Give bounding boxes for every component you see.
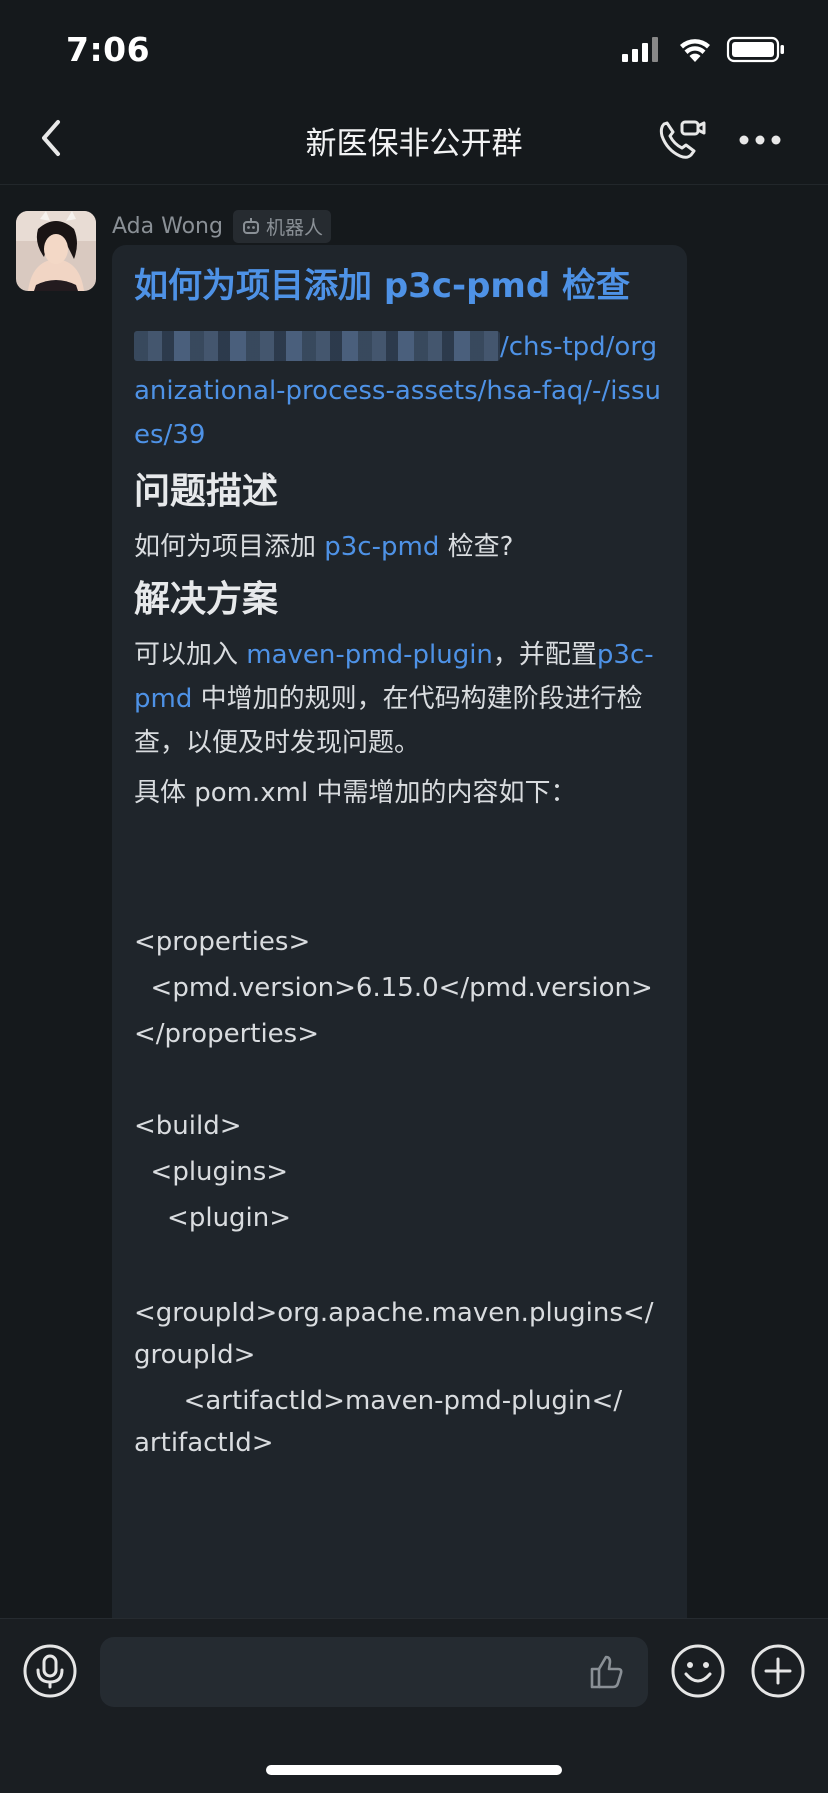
nav-bar: 新医保非公开群	[0, 96, 828, 185]
status-bar: 7:06	[0, 0, 828, 96]
system-icons	[622, 36, 784, 63]
message-card[interactable]: 如何为项目添加 p3c-pmd 检查 /chs-tpd/organization…	[112, 245, 687, 1618]
code-line: </properties>	[134, 1019, 320, 1049]
chat-area: Ada Wong 机器人 如何为项目添加 p3c-pmd 检查 /chs-tpd…	[0, 185, 828, 1618]
input-bar	[0, 1618, 828, 1793]
code-line: <properties>	[134, 927, 311, 957]
signal-icon	[622, 37, 658, 62]
robot-icon	[242, 218, 259, 234]
wifi-icon	[680, 39, 710, 62]
mic-icon[interactable]	[22, 1643, 78, 1699]
thumbs-up-icon[interactable]	[586, 1651, 628, 1693]
section-heading-problem: 问题描述	[134, 471, 279, 512]
code-line: groupId>	[134, 1340, 256, 1370]
code-line: <groupId>org.apache.maven.plugins</	[134, 1298, 654, 1328]
bot-badge: 机器人	[232, 209, 331, 243]
code-line: <pmd.version>6.15.0</pmd.version>	[134, 973, 653, 1003]
code-line: <plugins>	[134, 1157, 289, 1187]
plus-icon[interactable]	[750, 1643, 806, 1699]
emoji-icon[interactable]	[670, 1643, 726, 1699]
section-heading-solution: 解决方案	[134, 579, 279, 620]
p3c-pmd-link[interactable]: p3c-pmd	[324, 532, 439, 562]
code-line: <plugin>	[134, 1203, 292, 1233]
code-block: <properties> <pmd.version>6.15.0</pmd.ve…	[134, 919, 665, 1463]
more-icon[interactable]	[730, 114, 790, 166]
code-line: <build>	[134, 1111, 242, 1141]
solution-text: 可以加入 maven-pmd-plugin，并配置p3c-pmd 中增加的规则，…	[134, 640, 654, 758]
problem-text: 如何为项目添加 p3c-pmd 检查?	[134, 532, 514, 562]
bot-badge-label: 机器人	[265, 216, 323, 239]
home-indicator[interactable]	[266, 1765, 562, 1775]
status-time: 7:06	[66, 30, 151, 69]
avatar[interactable]	[16, 211, 96, 291]
code-line: artifactId>	[134, 1428, 274, 1458]
card-title[interactable]: 如何为项目添加 p3c-pmd 检查	[134, 259, 665, 313]
battery-icon	[726, 36, 784, 63]
maven-pmd-plugin-link[interactable]: maven-pmd-plugin	[246, 640, 493, 670]
pom-intro: 具体 pom.xml 中需增加的内容如下：	[134, 778, 577, 808]
message-input[interactable]	[100, 1637, 648, 1707]
sender-row: Ada Wong 机器人	[112, 209, 331, 243]
phone-call-icon[interactable]	[654, 114, 706, 166]
sender-name: Ada Wong	[112, 213, 223, 239]
issue-url[interactable]: /chs-tpd/organizational-process-assets/h…	[134, 325, 665, 457]
code-line: <artifactId>maven-pmd-plugin</	[134, 1386, 623, 1416]
redacted-host	[134, 331, 500, 361]
